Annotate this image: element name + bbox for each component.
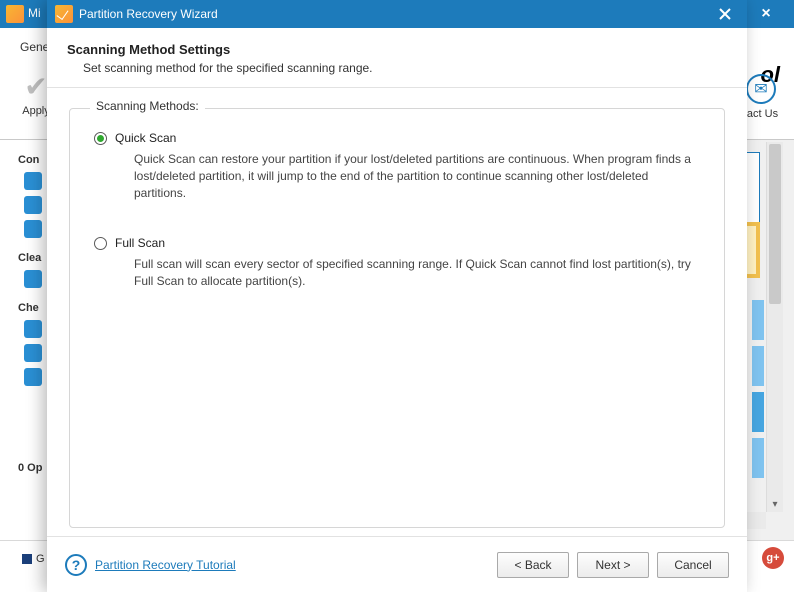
google-plus-icon[interactable]: g+: [762, 547, 784, 569]
wizard-close-button[interactable]: [711, 3, 739, 25]
wizard-header-subtitle: Set scanning method for the specified sc…: [83, 61, 731, 75]
mail-icon: ✉: [746, 74, 776, 104]
partition-recovery-wizard: Partition Recovery Wizard Scanning Metho…: [47, 0, 747, 592]
radio-icon: [94, 237, 107, 250]
full-scan-label: Full Scan: [115, 236, 165, 250]
wizard-app-icon: [55, 5, 73, 23]
disk-icon[interactable]: [24, 172, 42, 190]
wizard-footer: ? Partition Recovery Tutorial < Back Nex…: [47, 536, 747, 592]
disk-icon[interactable]: [24, 220, 42, 238]
legend-gpt: G: [22, 553, 45, 565]
tutorial-link[interactable]: Partition Recovery Tutorial: [95, 558, 236, 572]
wizard-titlebar[interactable]: Partition Recovery Wizard: [47, 0, 747, 28]
help-icon[interactable]: ?: [65, 554, 87, 576]
option-quick-scan: Quick Scan Quick Scan can restore your p…: [94, 131, 700, 202]
cancel-button[interactable]: Cancel: [657, 552, 729, 578]
check-icon[interactable]: [24, 320, 42, 338]
wizard-title: Partition Recovery Wizard: [79, 7, 711, 21]
check-icon[interactable]: [24, 344, 42, 362]
legend-swatch: [22, 554, 32, 564]
radio-full-scan[interactable]: Full Scan: [94, 236, 700, 250]
radio-icon: [94, 132, 107, 145]
close-icon: [719, 8, 731, 20]
scanning-methods-group: Scanning Methods: Quick Scan Quick Scan …: [69, 108, 725, 528]
main-close-button[interactable]: ×: [754, 2, 778, 26]
pending-ops-label: 0 Op: [18, 462, 42, 474]
full-scan-description: Full scan will scan every sector of spec…: [134, 256, 694, 290]
globe-icon[interactable]: [24, 270, 42, 288]
next-button[interactable]: Next >: [577, 552, 649, 578]
legend-gpt-label: G: [36, 553, 45, 565]
main-title: Mi: [28, 6, 41, 20]
quick-scan-label: Quick Scan: [115, 131, 176, 145]
quick-scan-description: Quick Scan can restore your partition if…: [134, 151, 694, 202]
wizard-header-title: Scanning Method Settings: [67, 42, 731, 57]
radio-quick-scan[interactable]: Quick Scan: [94, 131, 700, 145]
app-icon: [6, 5, 24, 23]
list-icon[interactable]: [24, 368, 42, 386]
scrollbar-thumb[interactable]: [769, 144, 781, 304]
wizard-header: Scanning Method Settings Set scanning me…: [47, 28, 747, 88]
vertical-scrollbar[interactable]: ▾: [766, 142, 783, 512]
wizard-body: Scanning Methods: Quick Scan Quick Scan …: [47, 88, 747, 536]
scrollbar-down-arrow[interactable]: ▾: [767, 496, 783, 512]
disk-icon[interactable]: [24, 196, 42, 214]
back-button[interactable]: < Back: [497, 552, 569, 578]
group-legend: Scanning Methods:: [90, 99, 205, 113]
option-full-scan: Full Scan Full scan will scan every sect…: [94, 236, 700, 290]
partition-fragments: [752, 300, 764, 510]
